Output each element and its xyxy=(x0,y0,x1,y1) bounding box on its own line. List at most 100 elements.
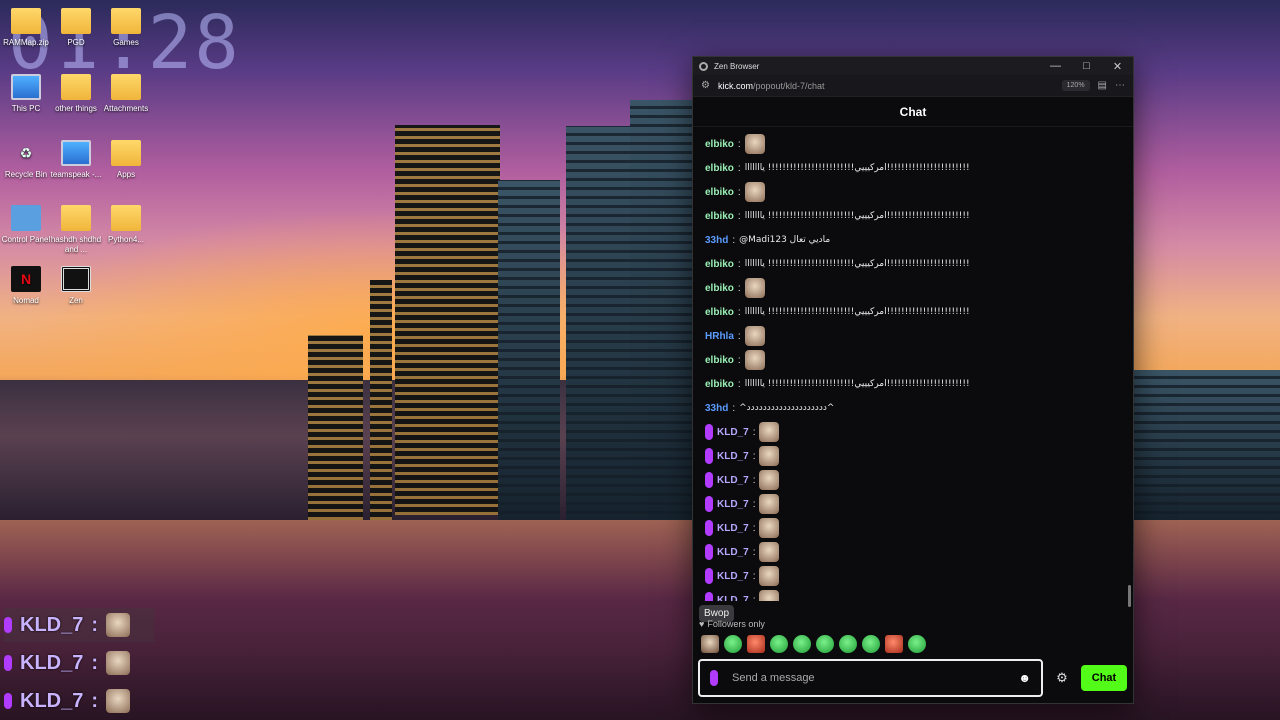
emote-icon[interactable] xyxy=(759,422,780,442)
site-info-icon[interactable]: ⚙ xyxy=(701,80,710,91)
quick-emote[interactable] xyxy=(770,635,788,653)
folder-icon xyxy=(61,8,91,34)
quick-emote[interactable] xyxy=(701,635,719,653)
emoji-icon[interactable]: ☻ xyxy=(1018,671,1031,685)
desktop-icon-label: other things xyxy=(55,104,97,113)
emote-icon[interactable] xyxy=(744,182,765,202)
emote-icon[interactable] xyxy=(759,470,780,490)
mic-icon xyxy=(705,520,713,536)
maximize-button[interactable]: □ xyxy=(1071,60,1102,73)
chat-username[interactable]: 33hd xyxy=(705,235,728,246)
quick-emote[interactable] xyxy=(908,635,926,653)
mic-icon xyxy=(4,655,12,671)
desktop-icon-label: RAMMap.zip xyxy=(3,38,49,47)
emote-icon[interactable] xyxy=(759,518,780,538)
emote-icon[interactable] xyxy=(744,134,765,154)
browser-titlebar[interactable]: Zen Browser — □ ✕ xyxy=(693,57,1133,75)
chat-username[interactable]: KLD_7 xyxy=(717,547,749,558)
chat-username[interactable]: KLD_7 xyxy=(717,523,749,534)
cat-emote-icon xyxy=(106,689,131,713)
chat-username[interactable]: KLD_7 xyxy=(717,571,749,582)
folder-icon xyxy=(61,74,91,100)
emote-icon[interactable] xyxy=(759,494,780,514)
netflix-icon: N xyxy=(11,266,41,292)
building xyxy=(308,335,363,520)
desktop-icon-zen[interactable]: Zen xyxy=(46,266,106,306)
reader-mode-icon[interactable]: ▤ xyxy=(1098,80,1107,91)
chat-messages[interactable]: elbiko: elbiko: امركيييي!!!!!!!!!!!!!!!!!!… xyxy=(693,129,1133,601)
chat-colon: : xyxy=(737,186,741,198)
quick-emote[interactable] xyxy=(747,635,765,653)
chat-username[interactable]: elbiko xyxy=(705,379,734,390)
chat-username[interactable]: elbiko xyxy=(705,307,734,318)
desktop-icon-python[interactable]: Python4... xyxy=(96,205,156,245)
more-options-icon[interactable]: ⋯ xyxy=(1115,80,1125,91)
followers-only-notice: ♥ Followers only xyxy=(699,619,765,629)
chat-username[interactable]: elbiko xyxy=(705,211,734,222)
emote-icon[interactable] xyxy=(744,350,765,370)
chat-username[interactable]: elbiko xyxy=(705,283,734,294)
quick-emote[interactable] xyxy=(816,635,834,653)
heart-icon: ♥ xyxy=(699,619,705,629)
quick-emote[interactable] xyxy=(839,635,857,653)
quick-emote[interactable] xyxy=(724,635,742,653)
emote-icon[interactable] xyxy=(759,566,780,586)
emote-icon[interactable] xyxy=(759,590,780,601)
chat-username[interactable]: elbiko xyxy=(705,259,734,270)
chat-message: KLD_7: xyxy=(705,420,1121,444)
chat-username[interactable]: 33hd xyxy=(705,403,728,414)
browser-window: Zen Browser — □ ✕ ⚙ kick.com/popout/kld-… xyxy=(692,56,1134,704)
mic-icon xyxy=(4,693,12,709)
desktop-icon-games[interactable]: Games xyxy=(96,8,156,48)
chat-username[interactable]: KLD_7 xyxy=(717,451,749,462)
chat-colon: : xyxy=(752,474,756,486)
chat-message: KLD_7: xyxy=(705,516,1121,540)
url-text[interactable]: kick.com/popout/kld-7/chat xyxy=(718,81,825,91)
chat-message: KLD_7: xyxy=(705,564,1121,588)
mic-icon xyxy=(705,472,713,488)
chat-username[interactable]: elbiko xyxy=(705,163,734,174)
chat-message: elbiko: xyxy=(705,276,1121,300)
mic-icon xyxy=(705,544,713,560)
chat-username[interactable]: elbiko xyxy=(705,355,734,366)
overlay-separator: : xyxy=(91,613,99,636)
emote-icon[interactable] xyxy=(744,326,765,346)
chat-colon: : xyxy=(737,330,741,342)
quick-emote[interactable] xyxy=(862,635,880,653)
desktop-icon-apps[interactable]: Apps xyxy=(96,140,156,180)
mic-icon xyxy=(4,617,12,633)
minimize-button[interactable]: — xyxy=(1040,60,1071,73)
chat-username[interactable]: KLD_7 xyxy=(717,499,749,510)
chat-username[interactable]: elbiko xyxy=(705,187,734,198)
chat-username[interactable]: HRhla xyxy=(705,331,734,342)
chat-scrollbar[interactable] xyxy=(1128,585,1131,607)
address-bar[interactable]: ⚙ kick.com/popout/kld-7/chat 120% ▤ ⋯ xyxy=(693,75,1133,97)
quick-emote[interactable] xyxy=(885,635,903,653)
settings-icon[interactable]: ⚙ xyxy=(1051,670,1073,686)
close-button[interactable]: ✕ xyxy=(1102,60,1133,73)
chat-username[interactable]: KLD_7 xyxy=(717,595,749,602)
emote-icon[interactable] xyxy=(759,446,780,466)
overlay-username: KLD_7 xyxy=(20,613,84,636)
desktop-icon-attachments[interactable]: Attachments xyxy=(96,74,156,114)
send-chat-button[interactable]: Chat xyxy=(1081,665,1127,691)
chat-username[interactable]: KLD_7 xyxy=(717,475,749,486)
emote-icon[interactable] xyxy=(759,542,780,562)
desktop-icon-label: Recycle Bin xyxy=(4,170,48,179)
mic-icon xyxy=(705,496,713,512)
zoom-badge[interactable]: 120% xyxy=(1061,80,1090,91)
chat-message-text: امركيييي!!!!!!!!!!!!!!!!!!!!!!!! ياااااا… xyxy=(744,163,970,173)
message-input[interactable] xyxy=(732,672,1005,684)
chat-message: KLD_7: xyxy=(705,492,1121,516)
chat-colon: : xyxy=(737,306,741,318)
chat-colon: : xyxy=(732,234,736,246)
chat-message: elbiko: امركيييي!!!!!!!!!!!!!!!!!!!!!!!! … xyxy=(705,204,1121,228)
chat-input-box[interactable]: ☻ xyxy=(698,659,1043,697)
building xyxy=(1134,370,1280,520)
quick-emote[interactable] xyxy=(793,635,811,653)
chat-username[interactable]: elbiko xyxy=(705,139,734,150)
emote-icon[interactable] xyxy=(744,278,765,298)
chat-username[interactable]: KLD_7 xyxy=(717,427,749,438)
chat-colon: : xyxy=(732,402,736,414)
desktop-icon-label: teamspeak -... xyxy=(50,170,102,179)
